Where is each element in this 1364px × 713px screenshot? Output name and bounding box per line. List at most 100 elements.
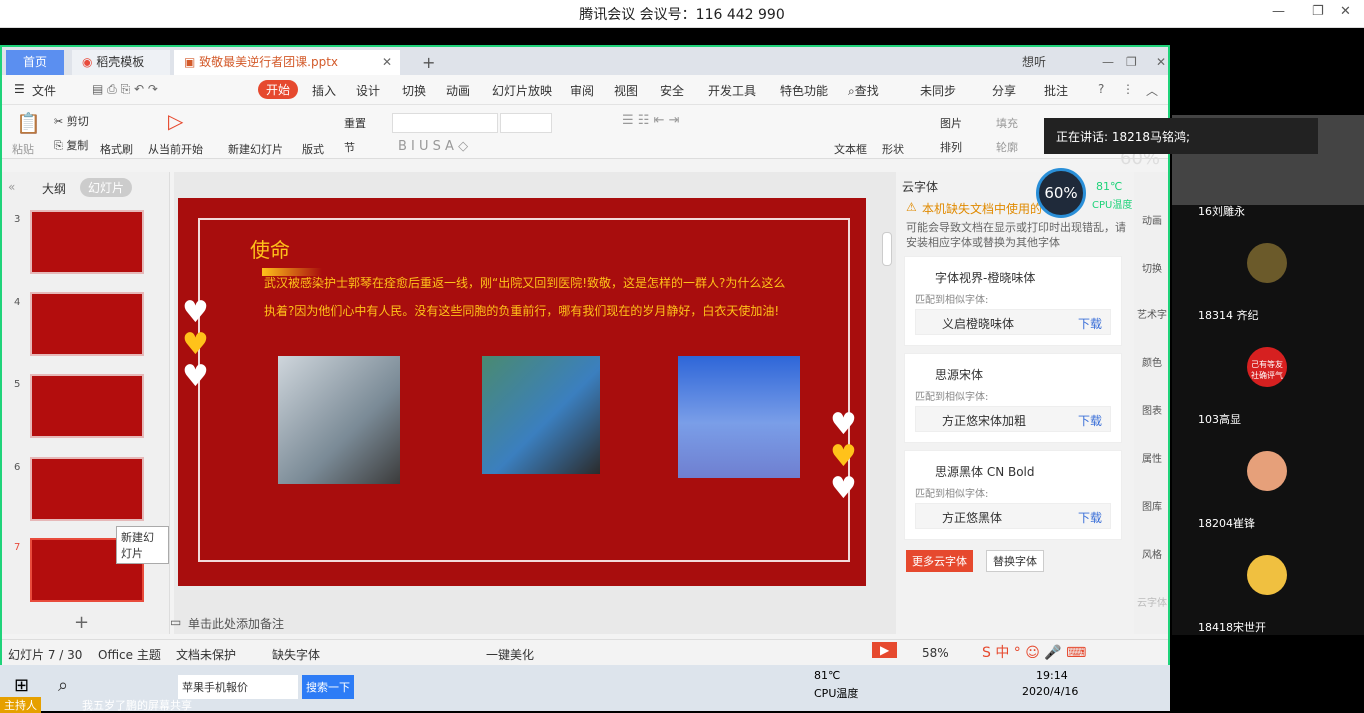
collapse-pane-icon[interactable]: « bbox=[8, 180, 15, 194]
missing-font-status[interactable]: 缺失字体 bbox=[272, 646, 320, 663]
outline-button[interactable]: 轮廓 bbox=[996, 139, 1018, 155]
quick-access-icons[interactable]: ▤ ⎙ ⎘ ↶ ↷ bbox=[92, 82, 158, 97]
section-button[interactable]: 节 bbox=[344, 139, 355, 155]
minimize-button[interactable]: — bbox=[1272, 4, 1285, 19]
window-restore-icon[interactable]: ❐ bbox=[1116, 50, 1147, 75]
share-button[interactable]: 分享 bbox=[992, 82, 1016, 99]
slide-canvas: 使命 武汉被感染护士郭琴在痊愈后重返一线，刚“出院又回到医院!致敬，这是怎样的一… bbox=[170, 172, 896, 634]
reset-button[interactable]: 重置 bbox=[344, 115, 366, 131]
ribbon-tab-slideshow[interactable]: 幻灯片放映 bbox=[492, 82, 552, 99]
more-icon[interactable]: ⋮ bbox=[1122, 82, 1134, 96]
download-link[interactable]: 下载 bbox=[1078, 412, 1102, 429]
format-painter-button[interactable]: 格式刷 bbox=[100, 141, 133, 157]
textbox-button[interactable]: 文本框 bbox=[834, 141, 867, 157]
side-cloud-font[interactable]: 云字体 bbox=[1134, 594, 1170, 609]
ribbon-tab-animation[interactable]: 动画 bbox=[446, 82, 470, 99]
side-color[interactable]: 颜色 bbox=[1134, 354, 1170, 369]
comment-button[interactable]: 批注 bbox=[1044, 82, 1068, 99]
search-icon[interactable]: ⌕ bbox=[58, 675, 68, 696]
font-suggestion[interactable]: 方正悠宋体加粗 下载 bbox=[915, 406, 1111, 432]
font-suggestion[interactable]: 义启橙晓味体 下载 bbox=[915, 309, 1111, 335]
download-link[interactable]: 下载 bbox=[1078, 509, 1102, 526]
slide-thumbnail-6[interactable] bbox=[30, 457, 144, 521]
sync-status[interactable]: 未同步 bbox=[920, 82, 956, 99]
slide-thumbnail-pane: « 大纲 幻灯片 3 4 5 6 7 新建幻灯片 + bbox=[2, 172, 170, 634]
add-slide-button[interactable]: + bbox=[74, 612, 89, 633]
text-format-icons[interactable]: B I U S A ◇ bbox=[398, 139, 468, 154]
clock-date[interactable]: 2020/4/16 bbox=[1022, 685, 1078, 698]
slide-number: 4 bbox=[14, 297, 21, 308]
ribbon-tab-transition[interactable]: 切换 bbox=[402, 82, 426, 99]
tab-template[interactable]: ◉ 稻壳模板 bbox=[72, 50, 170, 75]
cut-button[interactable]: ✂ 剪切 bbox=[54, 113, 89, 129]
search-button[interactable]: ⌕查找 bbox=[848, 82, 879, 99]
restore-button[interactable]: ❐ bbox=[1312, 4, 1324, 19]
zoom-level[interactable]: 58% bbox=[922, 646, 949, 660]
paragraph-icons[interactable]: ☰ ☷ ⇤ ⇥ bbox=[622, 113, 680, 128]
tab-document[interactable]: ▣ 致敬最美逆行者团课.pptx ✕ bbox=[174, 50, 400, 75]
slide-thumbnail-3[interactable] bbox=[30, 210, 144, 274]
menu-icon[interactable]: ☰ bbox=[14, 82, 25, 96]
photo-nurse-ward bbox=[278, 356, 400, 484]
paste-button[interactable]: 粘贴 bbox=[12, 141, 34, 157]
font-suggestion[interactable]: 方正悠黑体 下载 bbox=[915, 503, 1111, 529]
more-fonts-button[interactable]: 更多云字体 bbox=[906, 550, 973, 572]
from-start-button[interactable]: 从当前开始 bbox=[148, 141, 203, 157]
slide[interactable]: 使命 武汉被感染护士郭琴在痊愈后重返一线，刚“出院又回到医院!致敬，这是怎样的一… bbox=[178, 198, 866, 586]
layout-button[interactable]: 版式 bbox=[302, 141, 324, 157]
side-wordart[interactable]: 艺术字 bbox=[1134, 306, 1170, 321]
doc-protect-status[interactable]: 文档未保护 bbox=[176, 646, 236, 663]
side-animation[interactable]: 动画 bbox=[1134, 212, 1170, 227]
new-tab-button[interactable]: + bbox=[412, 50, 445, 75]
cpu-gauge[interactable]: 60% bbox=[1036, 168, 1086, 218]
copy-icon: ⎘ bbox=[54, 139, 63, 152]
clock-time[interactable]: 19:14 bbox=[1036, 669, 1068, 682]
close-tab-icon[interactable]: ✕ bbox=[382, 50, 392, 75]
taskbar-search-button[interactable]: 搜索一下 bbox=[302, 675, 354, 699]
play-button[interactable]: ▶ bbox=[872, 642, 898, 658]
side-transition[interactable]: 切换 bbox=[1134, 260, 1170, 275]
close-button[interactable]: ✕ bbox=[1340, 4, 1351, 19]
taskbar-search-input[interactable]: 苹果手机報价 bbox=[178, 675, 298, 699]
notes-placeholder[interactable]: 单击此处添加备注 bbox=[188, 615, 284, 632]
ribbon-tab-special[interactable]: 特色功能 bbox=[780, 82, 828, 99]
font-size-select[interactable] bbox=[500, 113, 552, 133]
replace-font-button[interactable]: 替换字体 bbox=[986, 550, 1044, 572]
slide-thumbnail-5[interactable] bbox=[30, 374, 144, 438]
side-properties[interactable]: 属性 bbox=[1134, 450, 1170, 465]
slide-thumbnail-4[interactable] bbox=[30, 292, 144, 356]
picture-button[interactable]: 图片 bbox=[940, 115, 962, 131]
window-close-icon[interactable]: ✕ bbox=[1146, 50, 1176, 75]
ribbon-tab-review[interactable]: 审阅 bbox=[570, 82, 594, 99]
ribbon-tab-view[interactable]: 视图 bbox=[614, 82, 638, 99]
font-family-select[interactable] bbox=[392, 113, 498, 133]
shape-button[interactable]: 形状 bbox=[882, 141, 904, 157]
user-name[interactable]: 想听 bbox=[1012, 50, 1056, 75]
side-chart[interactable]: 图表 bbox=[1134, 402, 1170, 417]
avatar bbox=[1247, 451, 1287, 491]
side-gallery[interactable]: 图库 bbox=[1134, 498, 1170, 513]
download-link[interactable]: 下载 bbox=[1078, 315, 1102, 332]
tab-home[interactable]: 首页 bbox=[6, 50, 64, 75]
arrange-button[interactable]: 排列 bbox=[940, 139, 962, 155]
ribbon-tab-developer[interactable]: 开发工具 bbox=[708, 82, 756, 99]
collapse-icon[interactable]: ︿ bbox=[1146, 82, 1158, 99]
ime-icons[interactable]: S 中 ° ☺ 🎤 ⌨ bbox=[982, 642, 1086, 662]
outline-tab[interactable]: 大纲 bbox=[42, 180, 66, 197]
new-slide-button[interactable]: 新建幻灯片 bbox=[228, 141, 283, 157]
help-icon[interactable]: ? bbox=[1098, 82, 1104, 96]
side-style[interactable]: 风格 bbox=[1134, 546, 1170, 561]
slides-tab[interactable]: 幻灯片 bbox=[80, 178, 133, 197]
file-menu[interactable]: 文件 bbox=[32, 82, 56, 99]
fill-button[interactable]: 填充 bbox=[996, 115, 1018, 131]
canvas-scrollbar[interactable] bbox=[882, 232, 892, 266]
ribbon-tab-security[interactable]: 安全 bbox=[660, 82, 684, 99]
ribbon-tab-insert[interactable]: 插入 bbox=[312, 82, 336, 99]
windows-icon[interactable]: ⊞ bbox=[14, 675, 29, 696]
beautify-button[interactable]: 一键美化 bbox=[486, 646, 534, 663]
ribbon-tab-design[interactable]: 设计 bbox=[356, 82, 380, 99]
ribbon-tab-start[interactable]: 开始 bbox=[258, 80, 299, 99]
copy-button[interactable]: ⎘ 复制 bbox=[54, 137, 88, 153]
play-icon: ▷ bbox=[168, 109, 184, 133]
ppt-icon: ▣ bbox=[184, 55, 200, 69]
